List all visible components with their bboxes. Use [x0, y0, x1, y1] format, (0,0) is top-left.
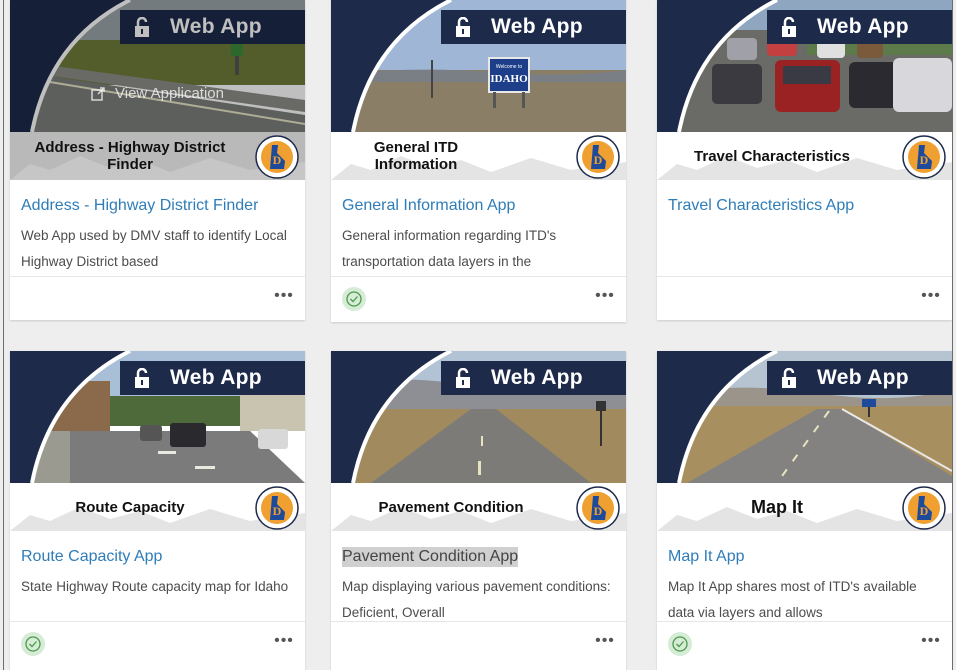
web-app-banner: Web App	[767, 361, 952, 395]
app-card-pavement-condition[interactable]: Web App Pavement Condition D Pavement Co…	[331, 351, 626, 670]
app-title-link[interactable]: Map It App	[668, 547, 745, 567]
card-body: General Information App General informat…	[331, 180, 626, 275]
thumbnail-title-bar: Route Capacity D	[10, 483, 305, 531]
banner-label: Web App	[817, 366, 909, 389]
idaho-itd-logo: D	[255, 486, 299, 530]
thumbnail-title: Map It	[751, 496, 803, 517]
card-thumbnail[interactable]: Web App Pavement Condition D	[331, 351, 626, 531]
app-description	[668, 223, 942, 275]
app-gallery: Web App View Application Address - Highw…	[0, 0, 956, 670]
app-title-link[interactable]: General Information App	[342, 196, 515, 216]
svg-text:D: D	[273, 504, 282, 518]
app-description: General information regarding ITD's tran…	[342, 228, 557, 269]
app-description: Map displaying various pavement conditio…	[342, 579, 611, 620]
card-body: Route Capacity App State Highway Route c…	[10, 531, 305, 626]
unlock-icon	[455, 16, 471, 37]
svg-text:D: D	[594, 153, 603, 167]
banner-label: Web App	[170, 366, 262, 389]
view-application-overlay[interactable]: View Application	[10, 0, 305, 132]
card-body: Pavement Condition App Map displaying va…	[331, 531, 626, 626]
thumbnail-title: Address - Highway District Finder	[34, 139, 226, 173]
thumbnail-title-bar: Map It D	[657, 483, 952, 531]
idaho-itd-logo: D	[576, 486, 620, 530]
card-thumbnail[interactable]: Web App View Application Address - Highw…	[10, 0, 305, 180]
card-footer: •••	[10, 621, 305, 665]
thumbnail-title-bar: Pavement Condition D	[331, 483, 626, 531]
app-card-map-it[interactable]: Web App Map It D Map It App Map It App s…	[657, 351, 952, 670]
app-title-link[interactable]: Travel Characteristics App	[668, 196, 854, 216]
web-app-banner: Web App	[441, 10, 626, 44]
unlock-icon	[781, 16, 797, 37]
card-body: Map It App Map It App shares most of ITD…	[657, 531, 952, 626]
thumbnail-title: Route Capacity	[75, 498, 185, 516]
svg-text:D: D	[920, 504, 929, 518]
sign-text-main: IDAHO	[490, 73, 528, 85]
card-footer: •••	[331, 621, 626, 665]
card-thumbnail[interactable]: Web App Travel Characteristics D	[657, 0, 952, 180]
thumbnail-title: General ITD Information	[373, 139, 459, 173]
app-title-link[interactable]: Address - Highway District Finder	[21, 196, 258, 216]
app-description: Map It App shares most of ITD's availabl…	[668, 579, 917, 620]
thumbnail-title-bar: General ITD Information D	[331, 132, 626, 180]
banner-label: Web App	[817, 15, 909, 38]
svg-text:D: D	[594, 504, 603, 518]
web-app-banner: Web App	[767, 10, 952, 44]
thumbnail-title: Pavement Condition	[378, 498, 524, 516]
app-card-route-capacity[interactable]: Web App Route Capacity D Route Capacity …	[10, 351, 305, 670]
svg-text:D: D	[273, 153, 282, 167]
card-body: Travel Characteristics App	[657, 180, 952, 275]
more-options-icon[interactable]: •••	[920, 633, 942, 649]
web-app-banner: Web App	[120, 361, 305, 395]
card-footer: •••	[10, 276, 305, 320]
more-options-icon[interactable]: •••	[594, 633, 616, 649]
app-card-general-itd[interactable]: Welcome to IDAHO Web App General ITD Inf…	[331, 0, 626, 322]
checkmark-icon	[342, 287, 366, 311]
app-title-link[interactable]: Pavement Condition App	[342, 547, 519, 567]
external-link-icon	[91, 86, 105, 101]
idaho-itd-logo: D	[576, 135, 620, 179]
app-title-link[interactable]: Route Capacity App	[21, 547, 162, 567]
app-card-travel-characteristics[interactable]: Web App Travel Characteristics D Travel …	[657, 0, 952, 320]
banner-label: Web App	[491, 366, 583, 389]
card-footer: •••	[657, 276, 952, 320]
card-thumbnail[interactable]: Web App Route Capacity D	[10, 351, 305, 531]
card-thumbnail[interactable]: Web App Map It D	[657, 351, 952, 531]
unlock-icon	[134, 367, 150, 388]
idaho-itd-logo: D	[902, 486, 946, 530]
unlock-icon	[455, 367, 471, 388]
card-footer: •••	[657, 621, 952, 665]
thumbnail-title-bar: Travel Characteristics D	[657, 132, 952, 180]
thumbnail-title-bar: Address - Highway District Finder D	[10, 132, 305, 180]
more-options-icon[interactable]: •••	[273, 288, 295, 304]
sign-text-top: Welcome to	[496, 64, 523, 70]
banner-label: Web App	[491, 15, 583, 38]
card-body: Address - Highway District Finder Web Ap…	[10, 180, 305, 275]
web-app-banner: Web App	[441, 361, 626, 395]
svg-text:D: D	[920, 153, 929, 167]
card-footer: •••	[331, 276, 626, 320]
idaho-itd-logo: D	[902, 135, 946, 179]
more-options-icon[interactable]: •••	[273, 633, 295, 649]
thumbnail-title: Travel Characteristics	[694, 147, 850, 165]
app-description: Web App used by DMV staff to identify Lo…	[21, 228, 287, 269]
unlock-icon	[781, 367, 797, 388]
more-options-icon[interactable]: •••	[920, 288, 942, 304]
idaho-itd-logo: D	[255, 135, 299, 179]
more-options-icon[interactable]: •••	[594, 288, 616, 304]
checkmark-icon	[668, 632, 692, 656]
checkmark-icon	[21, 632, 45, 656]
app-description: State Highway Route capacity map for Ida…	[21, 579, 289, 594]
view-application-label: View Application	[115, 85, 224, 102]
app-card-address-highway[interactable]: Web App View Application Address - Highw…	[10, 0, 305, 320]
card-thumbnail[interactable]: Welcome to IDAHO Web App General ITD Inf…	[331, 0, 626, 180]
